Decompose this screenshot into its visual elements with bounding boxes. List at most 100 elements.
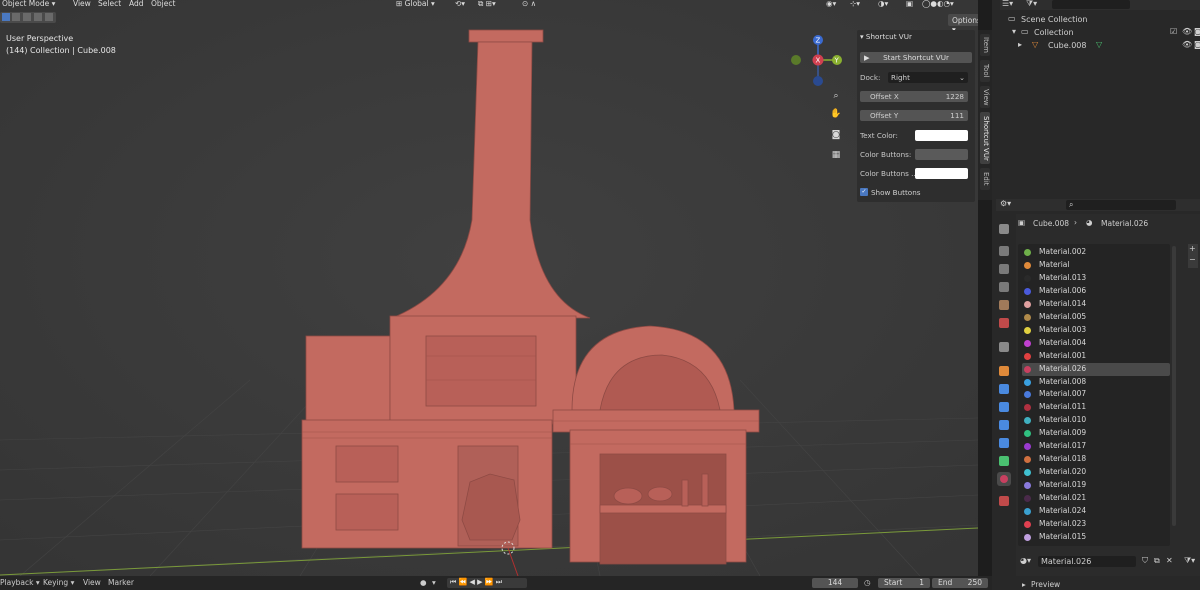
material-slot-item[interactable]: Material.003 xyxy=(1022,324,1170,337)
slot-add-remove-buttons[interactable]: + − xyxy=(1188,244,1198,268)
overlay-icon[interactable]: ◑▾ xyxy=(878,0,888,8)
select-subtract-icon[interactable] xyxy=(23,13,31,21)
material-slot-item[interactable]: Material.004 xyxy=(1022,337,1170,350)
tab-edit[interactable]: Edit xyxy=(980,168,990,190)
select-mode-buttons[interactable] xyxy=(0,12,56,23)
menu-view[interactable]: View xyxy=(73,0,91,8)
record-icon[interactable]: ● xyxy=(420,578,427,587)
stopwatch-icon[interactable]: ◷ xyxy=(864,578,871,587)
collection-tab-icon[interactable] xyxy=(999,342,1009,352)
3d-viewport[interactable]: Object Mode ▾ View Select Add Object ⊞ G… xyxy=(0,0,978,576)
select-invert-icon[interactable] xyxy=(34,13,42,21)
material-slot-item[interactable]: Material.001 xyxy=(1022,350,1170,363)
visibility-icon[interactable]: ◉▾ xyxy=(826,0,836,8)
world-tab-icon[interactable] xyxy=(999,318,1009,328)
data-tab-icon[interactable] xyxy=(999,456,1009,466)
particles-tab-icon[interactable] xyxy=(999,402,1009,412)
select-new-icon[interactable] xyxy=(2,13,10,21)
material-slot-item[interactable]: Material.008 xyxy=(1022,376,1170,389)
menu-object[interactable]: Object xyxy=(151,0,175,8)
dock-dropdown[interactable]: Right ⌄ xyxy=(888,72,968,83)
tool-tab-icon[interactable] xyxy=(999,224,1009,234)
minus-icon[interactable]: − xyxy=(1189,255,1196,264)
plus-icon[interactable]: + xyxy=(1189,244,1196,253)
pan-hand-icon[interactable]: ✋ xyxy=(830,108,842,120)
outliner-editor-icon[interactable]: ☰▾ xyxy=(1002,0,1013,8)
xray-icon[interactable]: ▣ xyxy=(906,0,913,8)
outliner-scene-collection[interactable]: ▭ Scene Collection xyxy=(1008,14,1198,25)
orientation-selector[interactable]: ⊞ Global ▾ xyxy=(396,0,435,8)
eye-icon[interactable]: 👁 xyxy=(1182,40,1192,49)
output-tab-icon[interactable] xyxy=(999,264,1009,274)
material-slot-item[interactable]: Material.020 xyxy=(1022,466,1170,479)
current-frame-field[interactable]: 144 xyxy=(812,578,858,588)
material-slot-item[interactable]: Material.018 xyxy=(1022,453,1170,466)
view-layer-tab-icon[interactable] xyxy=(999,282,1009,292)
offset-y-field[interactable]: Offset Y 111 xyxy=(860,110,968,121)
pivot-icon[interactable]: ⟲▾ xyxy=(455,0,465,8)
material-slot-item[interactable]: Material.019 xyxy=(1022,479,1170,492)
list-scrollbar[interactable] xyxy=(1172,246,1176,526)
next-keyframe-icon[interactable]: ⏩ xyxy=(485,578,494,586)
keying-menu[interactable]: Keying ▾ xyxy=(43,578,74,587)
material-slot-list[interactable]: Material.002 Material Material.013 Material… xyxy=(1018,244,1176,546)
material-name-field[interactable]: Material.026 xyxy=(1038,556,1136,567)
panel-title[interactable]: ▾ Shortcut VUr xyxy=(860,32,972,43)
constraints-tab-icon[interactable] xyxy=(999,438,1009,448)
fake-user-icon[interactable]: ⛉ xyxy=(1142,556,1148,566)
zoom-icon[interactable]: ⌕ xyxy=(830,90,842,102)
menu-add[interactable]: Add xyxy=(129,0,144,8)
menu-select[interactable]: Select xyxy=(98,0,121,8)
camera-icon[interactable]: ◙ xyxy=(830,129,842,141)
physics-tab-icon[interactable] xyxy=(999,420,1009,430)
start-shortcut-button[interactable]: ▶ Start Shortcut VUr xyxy=(860,52,972,63)
unlink-icon[interactable]: ✕ xyxy=(1166,556,1173,565)
jump-start-icon[interactable]: ⏮ xyxy=(450,578,456,586)
render-tab-icon[interactable] xyxy=(999,246,1009,256)
expand-arrow-icon[interactable]: ▸ xyxy=(1018,40,1022,49)
duplicate-icon[interactable]: ⧉ xyxy=(1154,556,1160,566)
scene-tab-icon[interactable] xyxy=(999,300,1009,310)
material-slot-item[interactable]: Material.005 xyxy=(1022,311,1170,324)
proportional-edit-icon[interactable]: ⊙ ∧ xyxy=(522,0,536,8)
filter-icon[interactable]: ⧩▾ xyxy=(1026,0,1037,9)
start-frame-field[interactable]: Start 1 xyxy=(878,578,930,588)
select-extend-icon[interactable] xyxy=(12,13,20,21)
properties-search-input[interactable]: ⌕ xyxy=(1066,200,1176,210)
text-color-swatch[interactable] xyxy=(915,130,968,141)
material-slot-item[interactable]: Material.006 xyxy=(1022,285,1170,298)
options-button[interactable]: Options ▾ xyxy=(948,14,978,34)
mode-selector[interactable]: Object Mode ▾ xyxy=(2,0,55,8)
eye-icon[interactable]: 👁 xyxy=(1182,27,1192,36)
gizmo-neg-y[interactable] xyxy=(791,55,801,65)
perspective-grid-icon[interactable]: ▦ xyxy=(830,149,842,161)
preview-panel-header[interactable]: ▸ Preview xyxy=(1018,579,1200,590)
timeline-view-menu[interactable]: View xyxy=(83,578,101,587)
color-buttons-2-swatch[interactable] xyxy=(915,168,968,179)
shading-modes-icon[interactable]: ◯●◐◔▾ xyxy=(922,0,954,8)
outliner-object-cube008[interactable]: ▸ ▽ Cube.008 ▽ 👁 ◙ xyxy=(1008,40,1200,51)
material-slot-item[interactable]: Material.007 xyxy=(1022,388,1170,401)
playback-menu[interactable]: Playback ▾ xyxy=(0,578,40,587)
play-reverse-icon[interactable]: ◀ xyxy=(470,578,475,586)
material-browse-icon[interactable]: ◕▾ xyxy=(1020,556,1031,565)
camera-icon[interactable]: ◙ xyxy=(1194,27,1200,36)
play-icon[interactable]: ▶ xyxy=(477,578,482,586)
expand-arrow-icon[interactable]: ▾ xyxy=(1012,27,1016,36)
material-slot-item[interactable]: Material.015 xyxy=(1022,531,1170,544)
material-slot-item[interactable]: Material.024 xyxy=(1022,505,1170,518)
show-buttons-checkbox[interactable]: ✓ xyxy=(860,188,868,196)
prev-keyframe-icon[interactable]: ⏪ xyxy=(459,578,468,586)
material-slot-item[interactable]: Material.010 xyxy=(1022,414,1170,427)
tab-tool[interactable]: Tool xyxy=(980,60,990,82)
tab-view[interactable]: View xyxy=(980,86,990,108)
marker-menu[interactable]: Marker xyxy=(108,578,134,587)
outliner-search-input[interactable] xyxy=(1052,0,1130,9)
navigation-gizmo[interactable]: Z X Y xyxy=(788,34,848,92)
snap-icon[interactable]: ⧉ ⊞▾ xyxy=(478,0,496,9)
end-frame-field[interactable]: End 250 xyxy=(932,578,988,588)
offset-x-field[interactable]: Offset X 1228 xyxy=(860,91,968,102)
camera-icon[interactable]: ◙ xyxy=(1194,40,1200,49)
texture-tab-icon[interactable] xyxy=(999,496,1009,506)
material-slot-item[interactable]: Material.002 xyxy=(1022,246,1170,259)
